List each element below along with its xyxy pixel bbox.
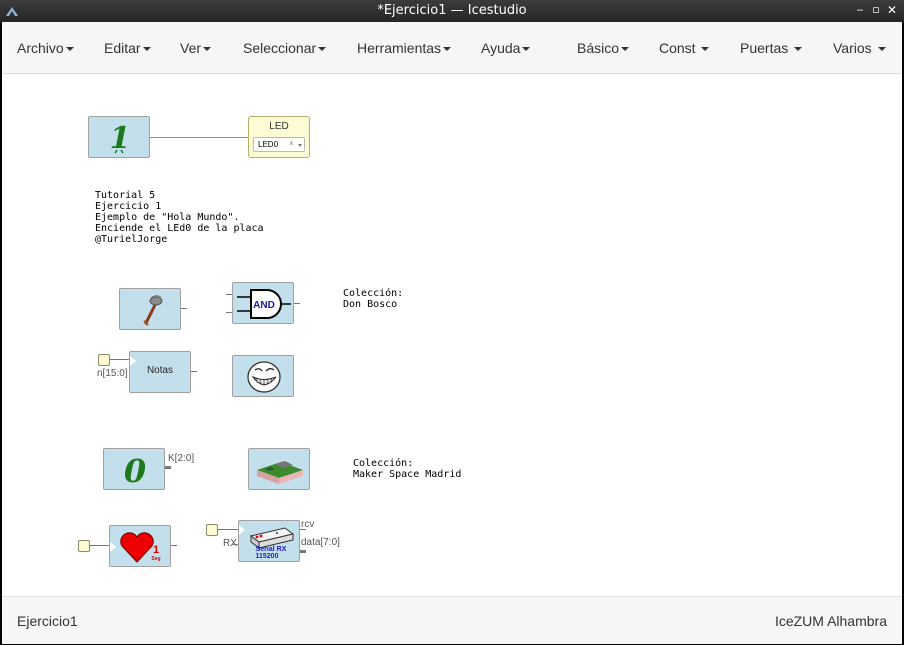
serial-rx-block[interactable]: Serial RX 115200	[238, 520, 300, 562]
port-wire	[90, 545, 110, 546]
port-stub	[171, 545, 177, 546]
chevron-down-icon[interactable]	[298, 144, 302, 147]
port-wire	[218, 529, 238, 530]
board-3d-icon	[257, 461, 303, 484]
close-icon[interactable]: ✕	[885, 3, 899, 17]
menu-varios[interactable]: Varios	[833, 40, 886, 56]
menu-label: Básico	[577, 40, 620, 56]
status-bar: Ejercicio1 IceZUM Alhambra	[2, 596, 902, 644]
trollface-block[interactable]	[232, 355, 294, 397]
menu-ver[interactable]: Ver	[180, 40, 212, 56]
menu-seleccionar[interactable]: Seleccionar	[243, 40, 327, 56]
caret-down-icon	[522, 47, 531, 52]
constant-one-icon: 1	[110, 121, 131, 154]
caret-down-icon	[443, 47, 452, 52]
constant-one-block[interactable]: 1	[88, 116, 150, 158]
heartbeat-block[interactable]: 1 Seg	[109, 525, 171, 567]
serial-out-label-rcv: rcv	[301, 519, 315, 530]
heart-digit: 1	[153, 544, 159, 556]
caret-down-icon	[877, 47, 886, 52]
input-arrow-icon	[110, 542, 116, 552]
menu-label: Editar	[104, 40, 141, 56]
menu-puertas[interactable]: Puertas	[740, 40, 803, 56]
serial-line2: 115200	[256, 553, 279, 560]
menu-bar: Archivo Editar Ver Seleccionar Herramien…	[2, 22, 902, 74]
minimize-icon[interactable]: ‒	[853, 3, 867, 17]
menu-label: Puertas	[740, 40, 789, 56]
caret-down-icon	[65, 47, 74, 52]
title-bar: *Ejercicio1 — Icestudio ‒ ▫ ✕	[0, 0, 904, 22]
caret-down-icon	[794, 47, 803, 52]
port-stub	[165, 466, 171, 469]
and-gate-label: AND	[253, 300, 275, 311]
menu-editar[interactable]: Editar	[104, 40, 151, 56]
caret-down-icon	[621, 47, 630, 52]
input-port[interactable]	[98, 354, 110, 366]
menu-label: Seleccionar	[243, 40, 317, 56]
led-pin-select[interactable]: LED0 ×	[253, 137, 305, 152]
menu-label: Archivo	[17, 40, 64, 56]
heart-unit: Seg	[151, 556, 160, 562]
collection-don-bosco: Colección: Don Bosco	[343, 288, 404, 310]
caret-down-icon	[318, 47, 327, 52]
port-stub	[226, 312, 232, 313]
menu-archivo[interactable]: Archivo	[17, 40, 74, 56]
project-name: Ejercicio1	[17, 613, 78, 629]
design-canvas[interactable]: 1 LED LED0 × Tutorial 5 Ejercicio 1 Ejem…	[2, 74, 902, 596]
port-stub	[191, 371, 197, 372]
constant-one-value: 1	[110, 121, 131, 154]
constant-zero-icon: 0	[124, 452, 146, 488]
notes-port-label: n[15:0]	[97, 368, 128, 379]
app-window: Archivo Editar Ver Seleccionar Herramien…	[2, 22, 902, 644]
serial-device-icon: Serial RX 115200	[249, 527, 295, 560]
input-arrow-icon	[130, 356, 136, 366]
menu-label: Const	[659, 40, 696, 56]
led-header: LED	[269, 121, 289, 132]
serial-line1: Serial RX	[256, 546, 287, 553]
clear-icon[interactable]: ×	[289, 139, 294, 148]
board-name[interactable]: IceZUM Alhambra	[775, 613, 887, 629]
notes-block[interactable]: Notas	[129, 351, 191, 393]
port-stub	[294, 303, 300, 304]
input-port[interactable]	[206, 524, 218, 536]
menu-label: Herramientas	[357, 40, 442, 56]
heart-icon: 1 Seg	[120, 532, 161, 563]
trollface-icon	[247, 361, 281, 393]
notes-label: Notas	[146, 365, 174, 376]
menu-basico[interactable]: Básico	[577, 40, 630, 56]
caret-down-icon	[142, 47, 151, 52]
constant-zero-port-label: K[2:0]	[168, 453, 195, 464]
tutorial-comment: Tutorial 5 Ejercicio 1 Ejemplo de "Hola …	[95, 190, 264, 245]
menu-ayuda[interactable]: Ayuda	[481, 40, 531, 56]
and-gate-icon: AND	[237, 289, 291, 319]
window-title: *Ejercicio1 — Icestudio	[377, 3, 527, 18]
wire	[150, 137, 248, 138]
port-wire	[110, 359, 130, 360]
input-port[interactable]	[78, 540, 90, 552]
collection-maker-space: Colección: Maker Space Madrid	[353, 458, 462, 480]
menu-label: Ver	[180, 40, 202, 56]
tool-block[interactable]	[119, 288, 181, 330]
led-output-block[interactable]: LED LED0 ×	[248, 116, 310, 158]
input-arrow-icon	[239, 525, 245, 535]
port-stub	[300, 550, 306, 553]
port-stub	[181, 308, 187, 309]
menu-label: Varios	[833, 40, 872, 56]
caret-down-icon	[701, 47, 710, 52]
caret-down-icon	[203, 47, 212, 52]
menu-label: Ayuda	[481, 40, 521, 56]
makerspace-block[interactable]	[248, 448, 310, 490]
port-stub	[226, 294, 232, 295]
constant-zero-block[interactable]: 0	[103, 448, 165, 490]
maximize-icon[interactable]: ▫	[869, 3, 883, 17]
constant-zero-value: 0	[124, 452, 146, 488]
led-pin-value: LED0	[258, 140, 279, 149]
and-gate-block[interactable]: AND	[232, 282, 294, 324]
menu-herramientas[interactable]: Herramientas	[357, 40, 452, 56]
wrench-icon	[143, 295, 163, 326]
serial-out-label-data: data[7:0]	[301, 537, 340, 548]
menu-const[interactable]: Const	[659, 40, 710, 56]
